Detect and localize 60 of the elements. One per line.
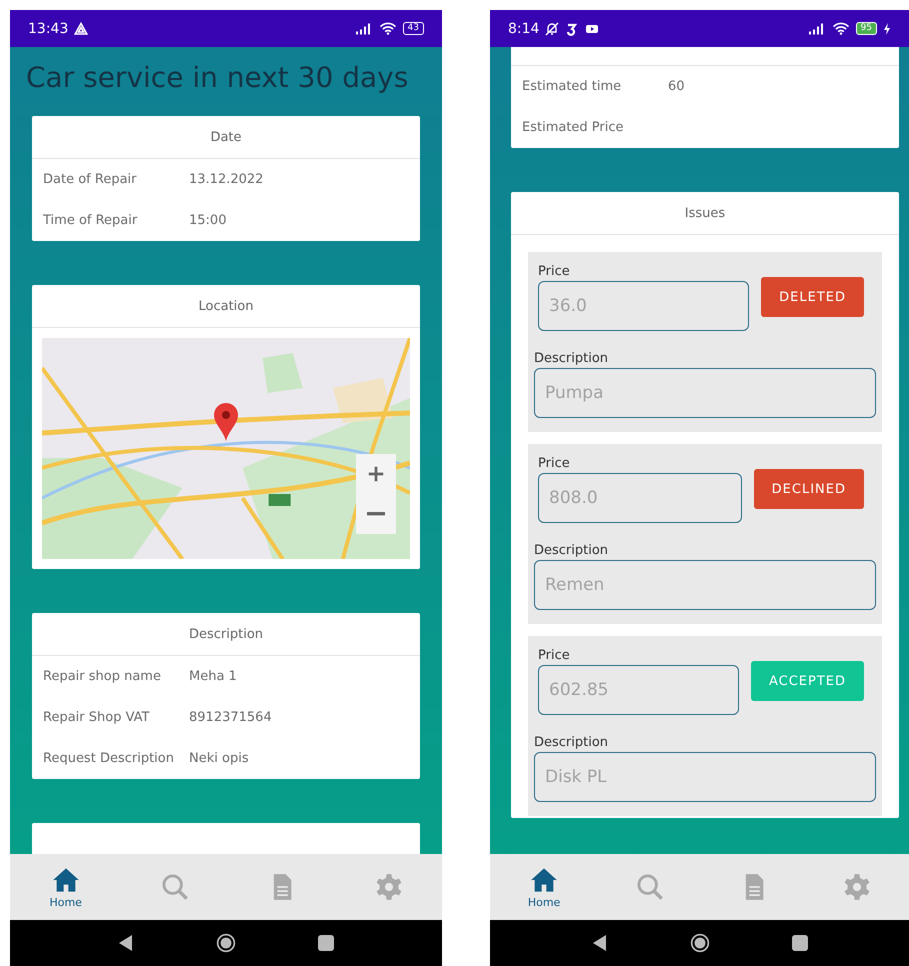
app-icon: [565, 22, 580, 36]
home-circle-icon[interactable]: [690, 933, 710, 953]
card-header: Date: [32, 116, 420, 159]
square-icon[interactable]: [790, 933, 810, 953]
map-pin-icon: [213, 402, 239, 442]
triangle-icon: [74, 22, 88, 36]
signal-icon: [808, 22, 826, 35]
home-tab[interactable]: Home: [49, 866, 82, 908]
wifi-icon: [378, 22, 397, 35]
field-label: Price: [538, 456, 571, 471]
field-value: 13.12.2022: [189, 172, 264, 187]
price-field[interactable]: 602.85: [538, 665, 739, 715]
description-field[interactable]: Pumpa: [534, 368, 876, 418]
home-circle-icon[interactable]: [216, 933, 236, 953]
field-label: Description: [534, 735, 610, 750]
page-title: Car service in next 30 days: [26, 61, 410, 94]
home-tab[interactable]: Home: [528, 866, 560, 908]
field-label: Estimated Price: [522, 120, 625, 135]
wifi-icon: [832, 22, 850, 35]
description-field[interactable]: Disk PL: [534, 752, 876, 802]
clock-time: 8:14: [508, 20, 540, 36]
field-value: 8912371564: [189, 710, 272, 725]
field-label: Price: [538, 648, 571, 663]
settings-icon: [843, 873, 872, 901]
field-label: Time of Repair: [43, 213, 138, 228]
field-label: Date of Repair: [43, 172, 138, 187]
card-header: Description: [32, 613, 420, 656]
price-field[interactable]: 36.0: [538, 281, 750, 331]
field-label: Estimated time: [522, 79, 622, 94]
field-label: Description: [534, 543, 610, 558]
card-header: Issues: [511, 192, 899, 235]
plus-icon: [367, 465, 385, 483]
lightning-icon: [883, 22, 891, 34]
muted-bell-icon: [545, 22, 560, 36]
field-value: Meha 1: [189, 669, 237, 684]
status-button[interactable]: DECLINED: [754, 469, 864, 509]
home-icon: [530, 866, 558, 894]
clock-time: 13:43: [28, 20, 68, 36]
settings-icon: [374, 873, 403, 901]
field-value: 60: [668, 79, 685, 94]
field-label: Repair shop name: [43, 669, 162, 684]
search-icon: [636, 873, 664, 901]
home-icon: [52, 866, 80, 894]
battery-level: 95: [856, 22, 877, 35]
field-label: Repair Shop VAT: [43, 710, 150, 725]
status-button[interactable]: ACCEPTED: [750, 661, 864, 701]
description-field[interactable]: Remen: [534, 560, 876, 610]
status-button[interactable]: DELETED: [761, 277, 864, 317]
search-icon: [160, 873, 189, 901]
field-value: Neki opis: [189, 751, 249, 766]
battery-level: 43: [402, 22, 424, 35]
price-field[interactable]: 808.0: [538, 473, 742, 523]
signal-icon: [354, 22, 373, 35]
field-label: Request Description: [43, 751, 175, 766]
minus-icon: [367, 512, 385, 516]
field-label: Description: [534, 351, 610, 366]
square-icon[interactable]: [316, 933, 336, 953]
field-label: Price: [538, 264, 571, 279]
field-value: 15:00: [189, 213, 226, 228]
card-header: Location: [32, 285, 420, 328]
